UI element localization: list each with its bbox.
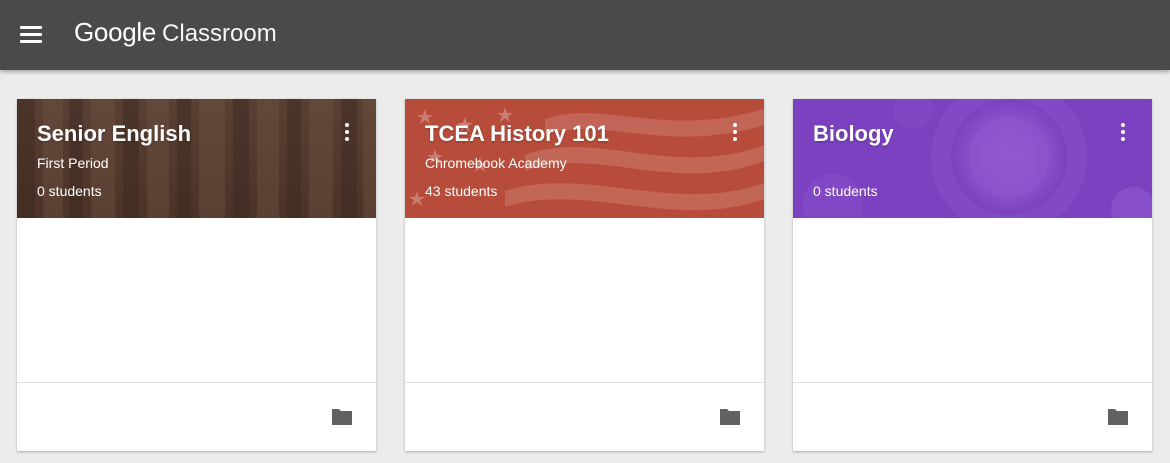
app-logo[interactable]: Google Classroom xyxy=(74,17,277,51)
class-title[interactable]: TCEA History 101 xyxy=(425,121,609,147)
class-card-footer xyxy=(405,383,764,451)
class-title[interactable]: Senior English xyxy=(37,121,191,147)
brand-google-text: Google xyxy=(74,17,157,47)
class-card-tcea-history-101: TCEA History 101 Chromebook Academy 43 s… xyxy=(405,99,764,451)
folder-icon[interactable] xyxy=(718,407,742,427)
app-bar: Google Classroom xyxy=(0,0,1170,70)
class-card-footer xyxy=(17,383,376,451)
class-section: First Period xyxy=(37,155,109,171)
student-count: 43 students xyxy=(425,183,498,199)
more-vert-icon[interactable] xyxy=(342,123,352,143)
folder-icon[interactable] xyxy=(330,407,354,427)
hamburger-menu-icon[interactable] xyxy=(20,25,42,43)
class-card-body xyxy=(793,218,1152,382)
student-count: 0 students xyxy=(37,183,102,199)
cells-banner-image xyxy=(793,99,1152,218)
folder-icon[interactable] xyxy=(1106,407,1130,427)
class-card-header[interactable]: TCEA History 101 Chromebook Academy 43 s… xyxy=(405,99,764,218)
more-vert-icon[interactable] xyxy=(730,123,740,143)
brand-product-text: Classroom xyxy=(162,20,277,47)
class-card-body xyxy=(405,218,764,382)
class-card-biology: Biology 0 students xyxy=(793,99,1152,451)
class-title[interactable]: Biology xyxy=(813,121,894,147)
class-section: Chromebook Academy xyxy=(425,155,567,171)
class-card-header[interactable]: Senior English First Period 0 students xyxy=(17,99,376,218)
class-card-senior-english: Senior English First Period 0 students xyxy=(17,99,376,451)
class-card-footer xyxy=(793,383,1152,451)
more-vert-icon[interactable] xyxy=(1118,123,1128,143)
class-card-header[interactable]: Biology 0 students xyxy=(793,99,1152,218)
class-card-body xyxy=(17,218,376,382)
student-count: 0 students xyxy=(813,183,878,199)
